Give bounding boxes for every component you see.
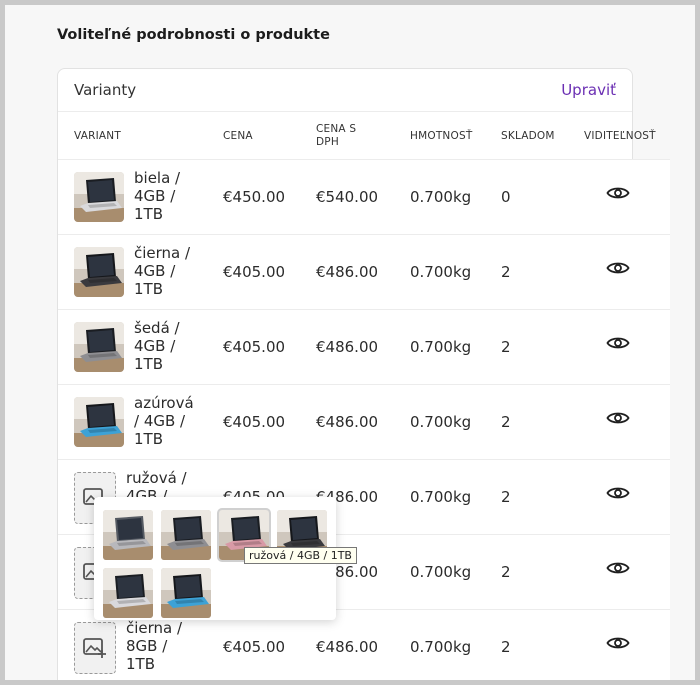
visibility-eye-icon[interactable] xyxy=(606,410,630,430)
cell-stock: 2 xyxy=(501,563,511,581)
cell-price: €450.00 xyxy=(223,188,286,206)
visibility-eye-icon[interactable] xyxy=(606,260,630,280)
cell-stock: 2 xyxy=(501,488,511,506)
col-price-vat: CENA S DPH xyxy=(316,123,357,148)
cell-price-vat: €486.00 xyxy=(316,638,379,656)
table-header: VARIANT CENA CENA S DPH HMOTNOSŤ SKLADOM… xyxy=(58,113,670,159)
cell-price-vat: €486.00 xyxy=(316,338,379,356)
cell-stock: 2 xyxy=(501,338,511,356)
col-price: CENA xyxy=(223,129,253,142)
cell-stock: 2 xyxy=(501,263,511,281)
variant-name: čierna / 4GB / 1TB xyxy=(134,244,191,298)
variant-name: čierna / 8GB / 1TB xyxy=(126,619,183,673)
cell-price-vat: €540.00 xyxy=(316,188,379,206)
variant-name: azúrová / 4GB / 1TB xyxy=(134,394,194,448)
card-header: Varianty Upraviť xyxy=(58,69,632,112)
picker-image[interactable] xyxy=(161,568,211,618)
cell-price-vat: €486.00 xyxy=(316,263,379,281)
variant-thumbnail[interactable] xyxy=(74,247,124,297)
visibility-eye-icon[interactable] xyxy=(606,335,630,355)
add-image-icon[interactable] xyxy=(74,622,116,674)
cell-weight: 0.700kg xyxy=(410,338,472,356)
cell-stock: 0 xyxy=(501,188,511,206)
section-title: Voliteľné podrobnosti o produkte xyxy=(57,27,330,43)
cell-price: €405.00 xyxy=(223,413,286,431)
picker-image[interactable] xyxy=(103,568,153,618)
visibility-eye-icon[interactable] xyxy=(606,560,630,580)
cell-price-vat: €486.00 xyxy=(316,413,379,431)
table-row: šedá / 4GB / 1TB €405.00 €486.00 0.700kg 2 xyxy=(58,309,670,384)
col-variant: VARIANT xyxy=(74,129,121,142)
table-row: čierna / 4GB / 1TB €405.00 €486.00 0.700kg 2 xyxy=(58,234,670,309)
variant-thumbnail[interactable] xyxy=(74,322,124,372)
cell-stock: 2 xyxy=(501,638,511,656)
table-row: biela / 4GB / 1TB €450.00 €540.00 0.700kg 0 xyxy=(58,159,670,234)
picker-image[interactable] xyxy=(103,510,153,560)
cell-price: €405.00 xyxy=(223,338,286,356)
variant-thumbnail[interactable] xyxy=(74,397,124,447)
cell-price: €405.00 xyxy=(223,263,286,281)
table-row: azúrová / 4GB / 1TB €405.00 €486.00 0.700kg… xyxy=(58,384,670,459)
variant-name: biela / 4GB / 1TB xyxy=(134,169,181,223)
visibility-eye-icon[interactable] xyxy=(606,635,630,655)
col-weight: HMOTNOSŤ xyxy=(410,129,473,142)
visibility-eye-icon[interactable] xyxy=(606,485,630,505)
cell-weight: 0.700kg xyxy=(410,413,472,431)
cell-stock: 2 xyxy=(501,413,511,431)
edit-link[interactable]: Upraviť xyxy=(561,81,616,99)
visibility-eye-icon[interactable] xyxy=(606,185,630,205)
card-title: Varianty xyxy=(74,81,137,99)
variant-name: šedá / 4GB / 1TB xyxy=(134,319,180,373)
variant-thumbnail[interactable] xyxy=(74,172,124,222)
page-frame: Voliteľné podrobnosti o produkte Variant… xyxy=(5,5,695,680)
cell-weight: 0.700kg xyxy=(410,263,472,281)
image-tooltip: ružová / 4GB / 1TB xyxy=(244,547,357,564)
picker-image[interactable] xyxy=(161,510,211,560)
col-visibility: VIDITEĽNOSŤ xyxy=(584,129,656,142)
cell-price: €405.00 xyxy=(223,638,286,656)
cell-weight: 0.700kg xyxy=(410,188,472,206)
cell-weight: 0.700kg xyxy=(410,638,472,656)
cell-weight: 0.700kg xyxy=(410,563,472,581)
cell-weight: 0.700kg xyxy=(410,488,472,506)
col-stock: SKLADOM xyxy=(501,129,555,142)
